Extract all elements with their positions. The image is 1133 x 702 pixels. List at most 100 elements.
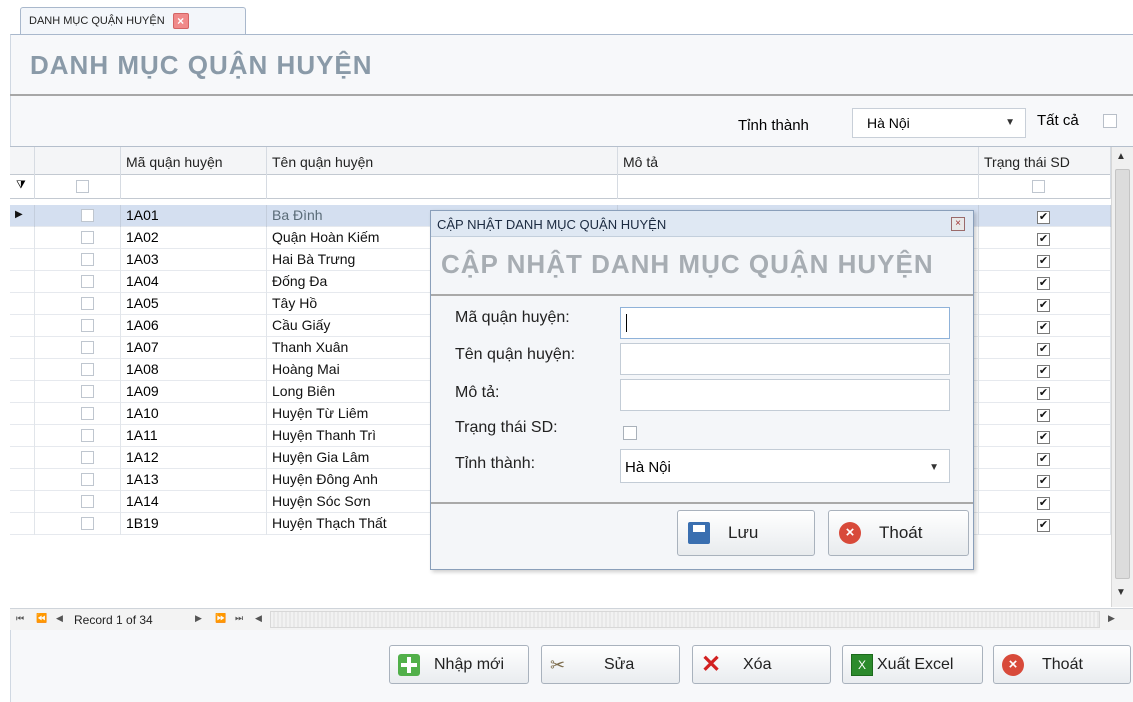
row-status-checkbox[interactable]: ✔: [1037, 409, 1050, 422]
row-code[interactable]: 1A12: [121, 447, 267, 469]
delete-button[interactable]: ✕ Xóa: [692, 645, 831, 684]
row-code[interactable]: 1A09: [121, 381, 267, 403]
scroll-right-icon[interactable]: ▶: [1108, 613, 1115, 624]
header-description[interactable]: Mô tả: [618, 147, 979, 175]
filter-name-cell[interactable]: [267, 175, 618, 199]
row-select-cell[interactable]: [35, 293, 121, 315]
first-record-icon[interactable]: ⏮: [16, 613, 24, 624]
filter-select-cell[interactable]: [35, 175, 121, 199]
row-status-cell[interactable]: ✔: [979, 271, 1111, 293]
status-checkbox[interactable]: [623, 426, 637, 440]
row-select-checkbox[interactable]: [81, 231, 94, 244]
save-button[interactable]: Lưu: [677, 510, 815, 556]
row-status-checkbox[interactable]: ✔: [1037, 343, 1050, 356]
row-status-checkbox[interactable]: ✔: [1037, 453, 1050, 466]
row-status-cell[interactable]: ✔: [979, 425, 1111, 447]
row-select-cell[interactable]: [35, 425, 121, 447]
province-filter-select[interactable]: Hà Nội ▼: [852, 108, 1026, 138]
filter-status-checkbox[interactable]: [1032, 180, 1045, 193]
row-select-checkbox[interactable]: [81, 451, 94, 464]
row-status-cell[interactable]: ✔: [979, 227, 1111, 249]
row-select-cell[interactable]: [35, 447, 121, 469]
row-code[interactable]: 1A08: [121, 359, 267, 381]
row-select-checkbox[interactable]: [81, 209, 94, 222]
scroll-thumb[interactable]: [1115, 169, 1130, 579]
row-code[interactable]: 1A07: [121, 337, 267, 359]
name-field[interactable]: [620, 343, 950, 375]
next-page-icon[interactable]: ⏩: [215, 613, 226, 624]
prev-page-icon[interactable]: ⏪: [36, 613, 47, 624]
row-code[interactable]: 1A01: [121, 205, 267, 227]
next-record-icon[interactable]: ▶: [195, 613, 202, 624]
row-code[interactable]: 1A11: [121, 425, 267, 447]
tab-close-icon[interactable]: ×: [172, 13, 189, 29]
row-status-cell[interactable]: ✔: [979, 359, 1111, 381]
row-status-checkbox[interactable]: ✔: [1037, 321, 1050, 334]
row-select-cell[interactable]: [35, 249, 121, 271]
row-status-checkbox[interactable]: ✔: [1037, 431, 1050, 444]
header-code[interactable]: Mã quận huyện: [121, 147, 267, 175]
filter-select-checkbox[interactable]: [76, 180, 89, 193]
row-status-cell[interactable]: ✔: [979, 249, 1111, 271]
row-select-checkbox[interactable]: [81, 517, 94, 530]
filter-description-cell[interactable]: [618, 175, 979, 199]
row-code[interactable]: 1A10: [121, 403, 267, 425]
row-select-checkbox[interactable]: [81, 429, 94, 442]
row-select-checkbox[interactable]: [81, 495, 94, 508]
row-status-cell[interactable]: ✔: [979, 337, 1111, 359]
tab-district-catalog[interactable]: DANH MỤC QUẬN HUYỆN ×: [20, 7, 246, 34]
row-status-checkbox[interactable]: ✔: [1037, 211, 1050, 224]
row-status-cell[interactable]: ✔: [979, 469, 1111, 491]
row-status-checkbox[interactable]: ✔: [1037, 365, 1050, 378]
scroll-down-icon[interactable]: ▼: [1116, 587, 1126, 598]
row-code[interactable]: 1A03: [121, 249, 267, 271]
row-status-checkbox[interactable]: ✔: [1037, 475, 1050, 488]
row-status-cell[interactable]: ✔: [979, 381, 1111, 403]
header-select[interactable]: [35, 147, 121, 175]
all-checkbox[interactable]: [1103, 114, 1117, 128]
row-select-checkbox[interactable]: [81, 363, 94, 376]
scroll-left-icon[interactable]: ◀: [255, 613, 262, 624]
row-select-checkbox[interactable]: [81, 385, 94, 398]
row-code[interactable]: 1A14: [121, 491, 267, 513]
row-status-cell[interactable]: ✔: [979, 315, 1111, 337]
row-status-checkbox[interactable]: ✔: [1037, 519, 1050, 532]
dialog-exit-button[interactable]: × Thoát: [828, 510, 969, 556]
row-select-cell[interactable]: [35, 469, 121, 491]
row-select-cell[interactable]: [35, 315, 121, 337]
province-select[interactable]: Hà Nội ▼: [620, 449, 950, 483]
row-status-checkbox[interactable]: ✔: [1037, 387, 1050, 400]
row-select-checkbox[interactable]: [81, 297, 94, 310]
row-select-cell[interactable]: [35, 271, 121, 293]
edit-button[interactable]: ✂ Sửa: [541, 645, 680, 684]
row-select-checkbox[interactable]: [81, 473, 94, 486]
row-select-checkbox[interactable]: [81, 341, 94, 354]
filter-code-cell[interactable]: [121, 175, 267, 199]
row-code[interactable]: 1A02: [121, 227, 267, 249]
code-field[interactable]: [620, 307, 950, 339]
row-status-checkbox[interactable]: ✔: [1037, 255, 1050, 268]
row-status-checkbox[interactable]: ✔: [1037, 233, 1050, 246]
filter-status-cell[interactable]: [979, 175, 1111, 199]
row-status-cell[interactable]: ✔: [979, 293, 1111, 315]
horizontal-scrollbar[interactable]: [270, 611, 1100, 628]
row-status-cell[interactable]: ✔: [979, 491, 1111, 513]
row-status-checkbox[interactable]: ✔: [1037, 277, 1050, 290]
close-icon[interactable]: ×: [951, 217, 965, 231]
export-excel-button[interactable]: X Xuất Excel: [842, 645, 983, 684]
row-status-cell[interactable]: ✔: [979, 403, 1111, 425]
row-select-cell[interactable]: [35, 359, 121, 381]
row-code[interactable]: 1A13: [121, 469, 267, 491]
row-select-cell[interactable]: [35, 403, 121, 425]
description-field[interactable]: [620, 379, 950, 411]
scroll-up-icon[interactable]: ▲: [1116, 151, 1126, 162]
dialog-titlebar[interactable]: CẬP NHẬT DANH MỤC QUẬN HUYỆN ×: [431, 211, 973, 237]
row-select-checkbox[interactable]: [81, 253, 94, 266]
row-status-cell[interactable]: ✔: [979, 447, 1111, 469]
header-status[interactable]: Trạng thái SD: [979, 147, 1111, 175]
row-status-checkbox[interactable]: ✔: [1037, 497, 1050, 510]
row-select-cell[interactable]: [35, 205, 121, 227]
row-select-cell[interactable]: [35, 491, 121, 513]
row-select-cell[interactable]: [35, 227, 121, 249]
row-code[interactable]: 1A04: [121, 271, 267, 293]
